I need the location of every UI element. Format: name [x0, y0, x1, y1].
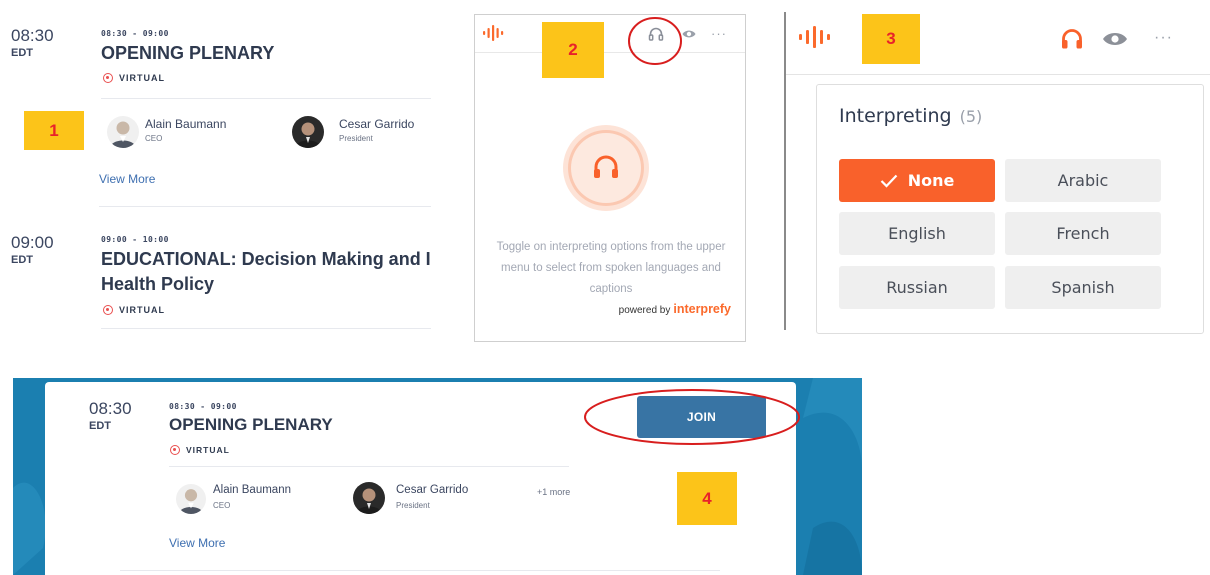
- interprefy-logo-icon: [799, 26, 830, 48]
- view-more-link[interactable]: View More: [169, 536, 225, 550]
- language-count: (5): [959, 107, 983, 126]
- language-label: Spanish: [1051, 278, 1115, 297]
- speaker-role: President: [339, 134, 373, 143]
- interprefy-widget: ··· Toggle on interpreting options from …: [474, 14, 746, 342]
- session-mode-label: VIRTUAL: [119, 305, 165, 315]
- session-mode: VIRTUAL: [103, 73, 165, 83]
- session-mode-label: VIRTUAL: [119, 73, 165, 83]
- slot-timezone: EDT: [89, 420, 111, 432]
- slot-timezone: EDT: [11, 254, 33, 266]
- session-mode: VIRTUAL: [103, 305, 165, 315]
- speaker-role: President: [396, 501, 430, 510]
- speaker-name[interactable]: Alain Baumann: [145, 117, 226, 131]
- annotation-badge-1: 1: [24, 111, 84, 150]
- divider: [101, 328, 431, 329]
- panel-divider: [784, 12, 786, 330]
- headphones-icon[interactable]: [1060, 27, 1084, 51]
- annotation-badge-3: 3: [862, 14, 920, 64]
- divider: [169, 466, 569, 467]
- powered-by-label: powered by: [618, 305, 671, 316]
- more-speakers-link[interactable]: +1 more: [537, 487, 570, 497]
- language-label: English: [888, 224, 946, 243]
- language-option-english[interactable]: English: [839, 212, 995, 255]
- location-pin-icon: [103, 305, 113, 315]
- language-label: None: [907, 171, 955, 190]
- location-pin-icon: [170, 445, 180, 455]
- divider: [786, 74, 1210, 75]
- eye-icon[interactable]: [682, 29, 696, 39]
- checkmark-icon: [880, 174, 897, 188]
- slot-time: 08:30: [89, 399, 132, 418]
- session-title[interactable]: OPENING PLENARY: [101, 43, 274, 64]
- slot-time: 09:00: [11, 233, 54, 252]
- more-options-icon[interactable]: ···: [711, 26, 727, 41]
- speaker-role: CEO: [145, 134, 163, 143]
- speaker-name[interactable]: Cesar Garrido: [396, 484, 468, 496]
- slot-timezone: EDT: [11, 47, 33, 59]
- language-option-russian[interactable]: Russian: [839, 266, 995, 309]
- slot-time: 08:30: [11, 26, 54, 45]
- annotation-badge-4: 4: [677, 472, 737, 525]
- language-label: Russian: [886, 278, 948, 297]
- eye-icon[interactable]: [1102, 31, 1128, 47]
- language-label: French: [1056, 224, 1110, 243]
- session-title[interactable]: OPENING PLENARY: [169, 415, 333, 435]
- interpreting-card: Interpreting (5) None Arabic English Fren…: [816, 84, 1204, 334]
- location-pin-icon: [103, 73, 113, 83]
- highlight-circle: [628, 17, 682, 65]
- interpreting-title: Interpreting (5): [839, 105, 982, 127]
- interprefy-logo-icon: [483, 25, 504, 41]
- headphones-circle-icon[interactable]: [561, 123, 651, 213]
- session-title-line: Health Policy: [101, 274, 215, 294]
- divider: [120, 570, 720, 571]
- slot-time-range: 08:30 - 09:00: [101, 29, 169, 38]
- language-label: Arabic: [1057, 171, 1109, 190]
- session-mode-label: VIRTUAL: [186, 445, 230, 455]
- annotation-badge-2: 2: [542, 22, 604, 78]
- interpreting-help-text: Toggle on interpreting options from the …: [496, 241, 726, 295]
- interpreting-label: Interpreting: [839, 105, 952, 127]
- speaker-name[interactable]: Alain Baumann: [213, 484, 291, 496]
- speaker-avatar[interactable]: [176, 484, 206, 514]
- brand-name[interactable]: interprefy: [673, 302, 731, 316]
- divider: [99, 206, 431, 207]
- speaker-avatar[interactable]: [292, 116, 324, 148]
- powered-by: powered by interprefy: [619, 302, 731, 316]
- language-option-spanish[interactable]: Spanish: [1005, 266, 1161, 309]
- speaker-avatar[interactable]: [107, 116, 139, 148]
- session-title-line: EDUCATIONAL: Decision Making and I: [101, 249, 431, 269]
- speaker-role: CEO: [213, 501, 231, 510]
- language-option-arabic[interactable]: Arabic: [1005, 159, 1161, 202]
- divider: [101, 98, 431, 99]
- slot-time-range: 09:00 - 10:00: [101, 235, 169, 244]
- highlight-ellipse: [584, 389, 800, 445]
- speaker-name[interactable]: Cesar Garrido: [339, 117, 414, 131]
- speaker-avatar[interactable]: [353, 482, 385, 514]
- more-options-icon[interactable]: ···: [1154, 29, 1173, 47]
- language-option-none[interactable]: None: [839, 159, 995, 202]
- session-mode: VIRTUAL: [170, 445, 230, 455]
- view-more-link[interactable]: View More: [99, 172, 155, 186]
- language-option-french[interactable]: French: [1005, 212, 1161, 255]
- slot-time-range: 08:30 - 09:00: [169, 402, 237, 411]
- widget-header: ···: [475, 15, 745, 53]
- session-title[interactable]: EDUCATIONAL: Decision Making and I: [101, 249, 436, 270]
